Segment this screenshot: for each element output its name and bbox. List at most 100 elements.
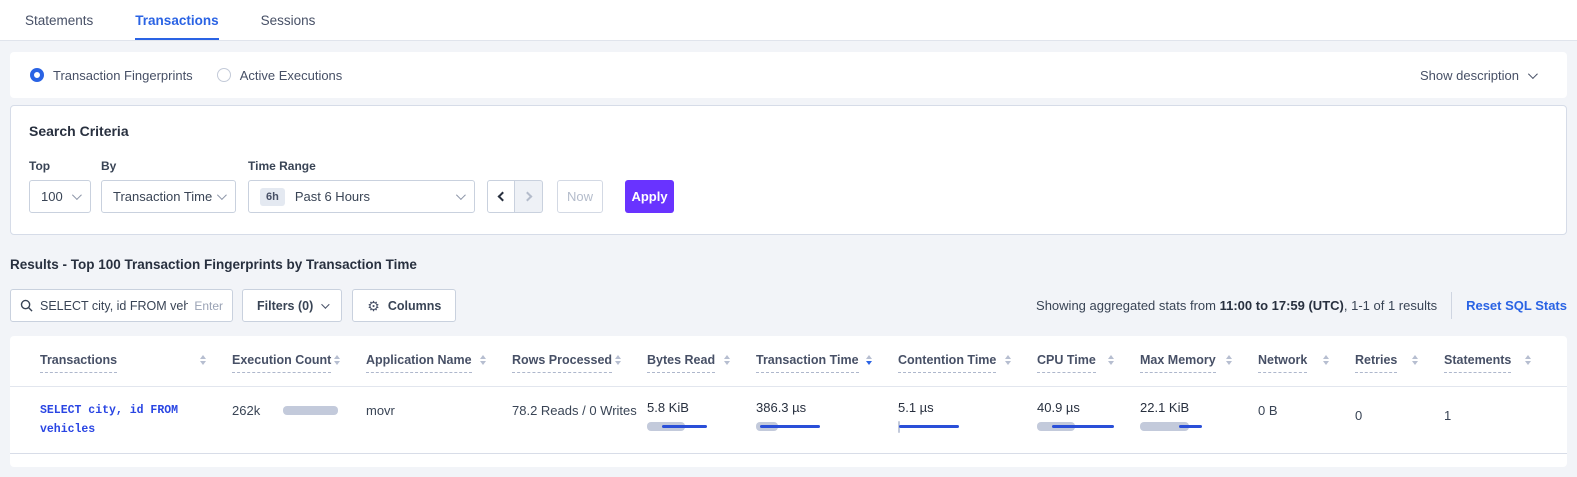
- time-range-field: Time Range 6h Past 6 Hours: [248, 159, 487, 213]
- results-table: Transactions Execution Count Application…: [10, 336, 1567, 467]
- tab-label: Statements: [25, 13, 93, 28]
- bar-line: [662, 425, 707, 428]
- transaction-fingerprint-link[interactable]: SELECT city, id FROM vehicles: [40, 400, 200, 439]
- time-range-badge: 6h: [260, 188, 285, 206]
- execution-count-bar: [283, 406, 338, 415]
- previous-time-window-button[interactable]: [487, 180, 515, 213]
- show-description-label: Show description: [1420, 68, 1519, 83]
- sort-icon[interactable]: [334, 353, 340, 365]
- search-input-value: SELECT city, id FROM vehicles W: [40, 299, 188, 313]
- by-select[interactable]: Transaction Time: [101, 180, 236, 213]
- sort-icon[interactable]: [1412, 353, 1418, 365]
- view-mode-bar: Transaction Fingerprints Active Executio…: [10, 52, 1567, 98]
- enter-hint: Enter: [194, 299, 223, 313]
- tab-label: Sessions: [261, 13, 316, 28]
- statements-cell: 1: [1444, 400, 1557, 423]
- chevron-right-icon: [522, 192, 532, 202]
- chevron-down-icon: [1528, 69, 1538, 79]
- divider: [1451, 292, 1452, 319]
- column-header-statements[interactable]: Statements: [1444, 353, 1557, 386]
- chevron-down-icon: [217, 190, 227, 200]
- page-tabbar: Statements Transactions Sessions: [0, 0, 1577, 41]
- network-cell: 0 B: [1258, 400, 1355, 418]
- top-select-value: 100: [41, 189, 63, 204]
- column-header-application-name[interactable]: Application Name: [366, 353, 512, 386]
- sort-icon[interactable]: [1226, 353, 1232, 365]
- results-heading: Results - Top 100 Transaction Fingerprin…: [10, 257, 1567, 272]
- chevron-left-icon: [498, 192, 508, 202]
- search-icon: [20, 299, 33, 312]
- sort-icon[interactable]: [1005, 353, 1011, 365]
- retries-cell: 0: [1355, 400, 1444, 423]
- sort-icon[interactable]: [615, 353, 621, 365]
- sort-icon[interactable]: [1323, 353, 1329, 365]
- gear-icon: ⚙: [367, 299, 380, 313]
- column-header-bytes-read[interactable]: Bytes Read: [647, 353, 756, 386]
- search-input[interactable]: SELECT city, id FROM vehicles W Enter: [10, 289, 233, 322]
- radio-active-executions[interactable]: Active Executions: [217, 68, 343, 83]
- bar-line: [1052, 425, 1114, 428]
- filters-label: Filters (0): [257, 299, 313, 313]
- tab-transactions[interactable]: Transactions: [135, 0, 218, 40]
- sort-icon[interactable]: [1525, 353, 1531, 365]
- filters-button[interactable]: Filters (0): [242, 289, 342, 322]
- rows-processed-cell: 78.2 Reads / 0 Writes: [512, 400, 647, 418]
- sort-icon[interactable]: [200, 353, 206, 365]
- tab-label: Transactions: [135, 13, 218, 28]
- by-field: By Transaction Time: [101, 159, 248, 213]
- table-row: SELECT city, id FROM vehicles 262k movr …: [10, 387, 1567, 454]
- radio-icon: [217, 68, 231, 82]
- reset-sql-stats-link[interactable]: Reset SQL Stats: [1466, 298, 1567, 313]
- next-time-window-button[interactable]: [515, 180, 543, 213]
- radio-icon: [30, 68, 44, 82]
- by-label: By: [101, 159, 248, 173]
- column-header-rows-processed[interactable]: Rows Processed: [512, 353, 647, 386]
- time-range-select[interactable]: 6h Past 6 Hours: [248, 180, 475, 213]
- top-label: Top: [29, 159, 101, 173]
- aggregated-stats-text: Showing aggregated stats from 11:00 to 1…: [1036, 298, 1437, 313]
- application-name-cell: movr: [366, 400, 512, 418]
- columns-label: Columns: [388, 299, 441, 313]
- radio-label: Transaction Fingerprints: [53, 68, 193, 83]
- execution-count-cell: 262k: [232, 400, 366, 418]
- column-header-max-memory[interactable]: Max Memory: [1140, 353, 1258, 386]
- time-window-arrows: [487, 180, 543, 213]
- sort-icon[interactable]: [480, 353, 486, 365]
- stats-time-range: 11:00 to 17:59 (UTC): [1220, 298, 1344, 313]
- sort-icon[interactable]: [866, 353, 872, 365]
- sort-icon[interactable]: [724, 353, 730, 365]
- radio-transaction-fingerprints[interactable]: Transaction Fingerprints: [30, 68, 193, 83]
- time-range-value: Past 6 Hours: [295, 189, 370, 204]
- now-button[interactable]: Now: [557, 180, 603, 213]
- radio-label: Active Executions: [240, 68, 343, 83]
- time-range-label: Time Range: [248, 159, 487, 173]
- transaction-time-cell: 386.3 µs: [756, 400, 898, 432]
- contention-time-cell: 5.1 µs: [898, 400, 1037, 432]
- bar-line: [760, 425, 820, 428]
- search-criteria-panel: Search Criteria Top 100 By Transaction T…: [10, 105, 1567, 235]
- sort-icon[interactable]: [1108, 353, 1114, 365]
- show-description-toggle[interactable]: Show description: [1420, 68, 1547, 83]
- top-select[interactable]: 100: [29, 180, 91, 213]
- chevron-down-icon: [456, 190, 466, 200]
- chevron-down-icon: [72, 190, 82, 200]
- tab-statements[interactable]: Statements: [25, 0, 93, 40]
- column-header-network[interactable]: Network: [1258, 353, 1355, 386]
- max-memory-cell: 22.1 KiB: [1140, 400, 1258, 432]
- by-select-value: Transaction Time: [113, 189, 212, 204]
- apply-button[interactable]: Apply: [625, 180, 674, 213]
- columns-button[interactable]: ⚙ Columns: [352, 289, 456, 322]
- bytes-read-cell: 5.8 KiB: [647, 400, 756, 432]
- column-header-retries[interactable]: Retries: [1355, 353, 1444, 386]
- tab-sessions[interactable]: Sessions: [261, 0, 316, 40]
- bar-line: [1179, 425, 1202, 428]
- column-header-transactions[interactable]: Transactions: [40, 353, 232, 386]
- column-header-cpu-time[interactable]: CPU Time: [1037, 353, 1140, 386]
- column-header-execution-count[interactable]: Execution Count: [232, 353, 366, 386]
- cpu-time-cell: 40.9 µs: [1037, 400, 1140, 432]
- top-field: Top 100: [29, 159, 101, 213]
- column-header-transaction-time[interactable]: Transaction Time: [756, 353, 898, 386]
- search-criteria-title: Search Criteria: [29, 123, 1548, 139]
- results-section: Results - Top 100 Transaction Fingerprin…: [0, 235, 1577, 477]
- column-header-contention-time[interactable]: Contention Time: [898, 353, 1037, 386]
